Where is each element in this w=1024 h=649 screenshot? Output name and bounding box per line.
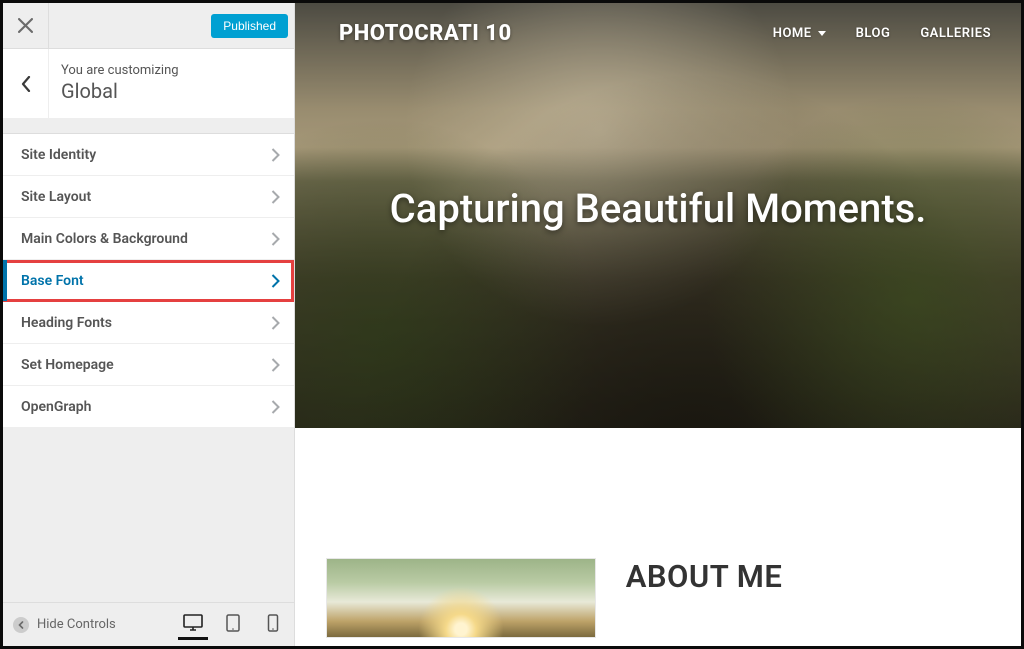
chevron-right-icon — [271, 148, 280, 162]
section-meta: You are customizing Global — [49, 49, 294, 118]
menu-item-opengraph[interactable]: OpenGraph — [3, 386, 294, 428]
customizing-label: You are customizing — [61, 63, 282, 78]
collapse-icon — [13, 617, 29, 633]
nav-link-galleries[interactable]: GALLERIES — [920, 26, 991, 41]
nav-link-home[interactable]: HOME — [773, 26, 826, 41]
desktop-icon — [183, 614, 203, 632]
hide-controls-button[interactable]: Hide Controls — [13, 617, 116, 633]
device-tablet-button[interactable] — [218, 610, 248, 640]
section-title: Global — [61, 79, 282, 103]
section-header: You are customizing Global — [3, 49, 294, 119]
menu-item-label: Site Layout — [21, 189, 91, 205]
menu-item-label: Set Homepage — [21, 357, 114, 373]
site-brand[interactable]: PHOTOCRATI 10 — [339, 21, 512, 46]
tablet-icon — [225, 614, 241, 632]
about-image-wrap — [295, 558, 622, 638]
menu-item-site-identity[interactable]: Site Identity — [3, 134, 294, 176]
chevron-right-icon — [271, 274, 280, 288]
menu-item-heading-fonts[interactable]: Heading Fonts — [3, 302, 294, 344]
nav-items: HOME BLOG GALLERIES — [773, 26, 991, 41]
publish-status-button[interactable]: Published — [211, 14, 288, 38]
mobile-icon — [267, 614, 279, 632]
nav-label: BLOG — [856, 26, 891, 41]
back-button[interactable] — [3, 49, 49, 118]
customizer-menu: Site Identity Site Layout Main Colors & … — [3, 133, 294, 428]
hide-controls-label: Hide Controls — [37, 617, 116, 632]
top-bar-spacer: Published — [49, 3, 294, 48]
menu-item-label: Site Identity — [21, 147, 96, 163]
chevron-right-icon — [271, 190, 280, 204]
chevron-right-icon — [271, 316, 280, 330]
chevron-down-icon — [818, 31, 826, 36]
device-preview-group — [178, 610, 288, 640]
menu-item-label: Heading Fonts — [21, 315, 112, 331]
sidebar-fill — [3, 428, 294, 602]
about-section: ABOUT ME — [295, 428, 1021, 583]
about-text-wrap: ABOUT ME — [622, 558, 1021, 595]
about-heading: ABOUT ME — [626, 558, 1021, 595]
sidebar-top-bar: Published — [3, 3, 294, 49]
chevron-right-icon — [271, 358, 280, 372]
menu-item-set-homepage[interactable]: Set Homepage — [3, 344, 294, 386]
device-desktop-button[interactable] — [178, 610, 208, 640]
sidebar-footer: Hide Controls — [3, 602, 294, 646]
site-nav: PHOTOCRATI 10 HOME BLOG GALLERIES — [295, 3, 1021, 46]
chevron-right-icon — [271, 400, 280, 414]
app-root: Published You are customizing Global Sit… — [0, 0, 1024, 649]
menu-item-label: Main Colors & Background — [21, 231, 188, 247]
nav-link-blog[interactable]: BLOG — [856, 26, 891, 41]
site-preview: PHOTOCRATI 10 HOME BLOG GALLERIES Captur… — [295, 3, 1021, 646]
chevron-left-icon — [20, 76, 32, 92]
menu-item-label: OpenGraph — [21, 399, 91, 415]
nav-label: GALLERIES — [920, 26, 991, 41]
customizer-sidebar: Published You are customizing Global Sit… — [3, 3, 295, 646]
hero-title: Capturing Beautiful Moments. — [295, 185, 1021, 232]
close-customizer-button[interactable] — [3, 3, 49, 48]
menu-item-base-font[interactable]: Base Font — [3, 260, 294, 302]
menu-item-label: Base Font — [21, 273, 84, 289]
chevron-right-icon — [271, 232, 280, 246]
about-image — [326, 558, 596, 638]
nav-label: HOME — [773, 26, 812, 41]
menu-item-main-colors[interactable]: Main Colors & Background — [3, 218, 294, 260]
menu-item-site-layout[interactable]: Site Layout — [3, 176, 294, 218]
close-icon — [18, 18, 33, 33]
hero-section: PHOTOCRATI 10 HOME BLOG GALLERIES Captur… — [295, 3, 1021, 428]
device-mobile-button[interactable] — [258, 610, 288, 640]
